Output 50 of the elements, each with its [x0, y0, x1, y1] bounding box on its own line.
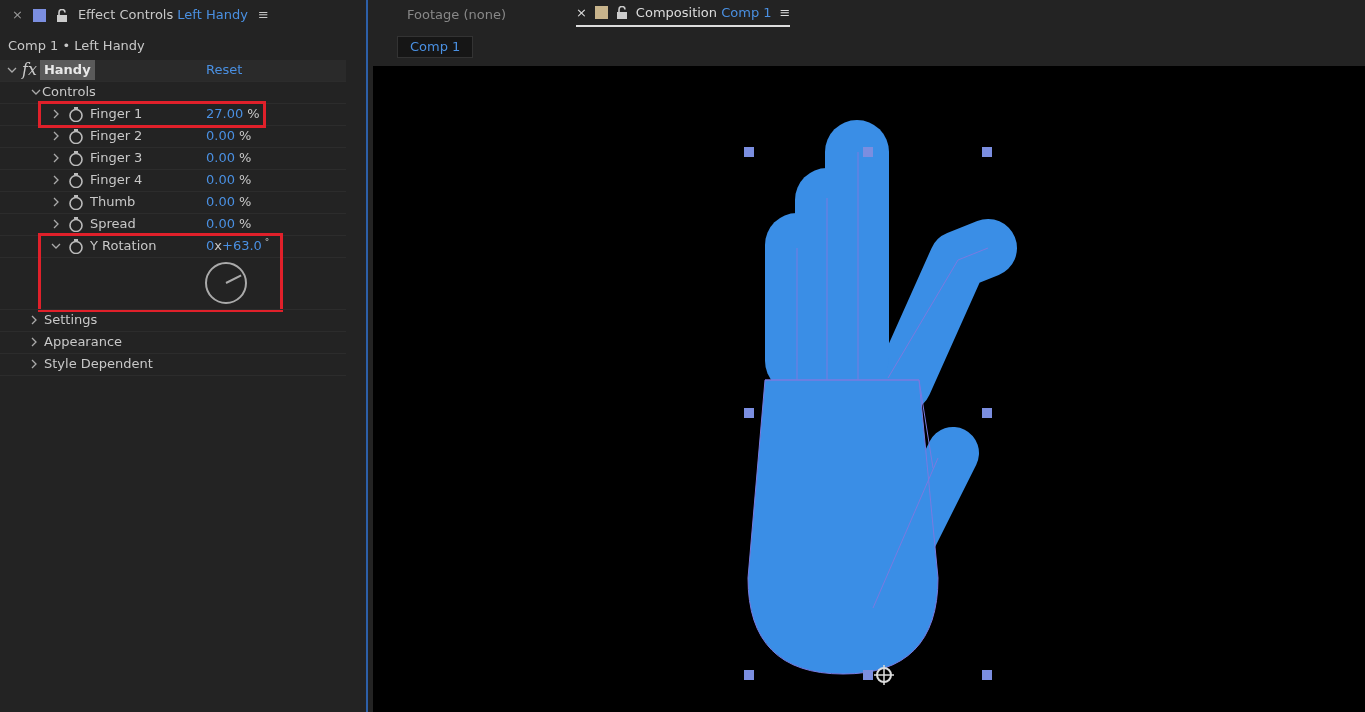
- stopwatch-icon[interactable]: [68, 194, 84, 210]
- panel-menu-button[interactable]: ≡: [257, 5, 269, 25]
- stopwatch-icon[interactable]: [68, 172, 84, 188]
- breadcrumb: Comp 1 • Left Handy: [7, 37, 146, 55]
- group-label[interactable]: Controls: [42, 82, 96, 102]
- tab-title[interactable]: Footage (none): [407, 5, 506, 25]
- unit-label: %: [238, 128, 252, 144]
- property-value[interactable]: +63.0: [222, 238, 262, 254]
- property-value[interactable]: 0.00: [206, 194, 235, 210]
- group-label[interactable]: Settings: [44, 310, 98, 330]
- property-name: Finger 2: [90, 127, 143, 146]
- property-value[interactable]: 0.00: [206, 150, 235, 166]
- unit-label: %: [238, 150, 252, 166]
- unit-label: %: [246, 106, 260, 122]
- selected-hand-layer-drawing[interactable]: [744, 120, 1017, 686]
- property-name: Spread: [90, 215, 136, 234]
- stopwatch-icon[interactable]: [68, 106, 84, 122]
- comp-tab[interactable]: Comp 1: [397, 36, 474, 58]
- stopwatch-icon[interactable]: [68, 216, 84, 232]
- tab-title[interactable]: Composition Comp 1: [635, 2, 772, 23]
- lock-icon[interactable]: [55, 8, 68, 22]
- close-button[interactable]: ×: [575, 2, 587, 23]
- property-name: Finger 1: [90, 105, 143, 124]
- revolutions-value[interactable]: 0: [206, 238, 215, 254]
- property-value[interactable]: 0.00: [206, 172, 235, 188]
- lock-icon[interactable]: [615, 6, 628, 19]
- tab-title[interactable]: Effect Controls Left Handy: [77, 5, 248, 25]
- unit-label: %: [238, 172, 252, 188]
- property-value[interactable]: 27.00: [206, 106, 244, 122]
- property-value[interactable]: 0.00: [206, 216, 235, 232]
- angle-dial[interactable]: [204, 261, 248, 305]
- property-name: Finger 3: [90, 149, 143, 168]
- unit-label: %: [238, 194, 252, 210]
- property-name: Y Rotation: [90, 237, 157, 256]
- stopwatch-icon[interactable]: [68, 238, 84, 254]
- stopwatch-icon[interactable]: [68, 150, 84, 166]
- unit-label: %: [238, 216, 252, 232]
- close-button[interactable]: ×: [12, 5, 23, 25]
- reset-button[interactable]: Reset: [206, 60, 243, 80]
- effect-name: Handy: [39, 60, 95, 80]
- fx-label: fx: [22, 59, 37, 81]
- times-label: x: [214, 238, 222, 254]
- property-name: Finger 4: [90, 171, 143, 190]
- property-name: Thumb: [90, 193, 136, 212]
- group-label[interactable]: Style Dependent: [44, 354, 153, 374]
- property-value[interactable]: 0.00: [206, 128, 235, 144]
- group-label[interactable]: Appearance: [44, 332, 123, 352]
- unit-label: °: [264, 237, 270, 248]
- panel-menu-button[interactable]: ≡: [779, 2, 791, 23]
- stopwatch-icon[interactable]: [68, 128, 84, 144]
